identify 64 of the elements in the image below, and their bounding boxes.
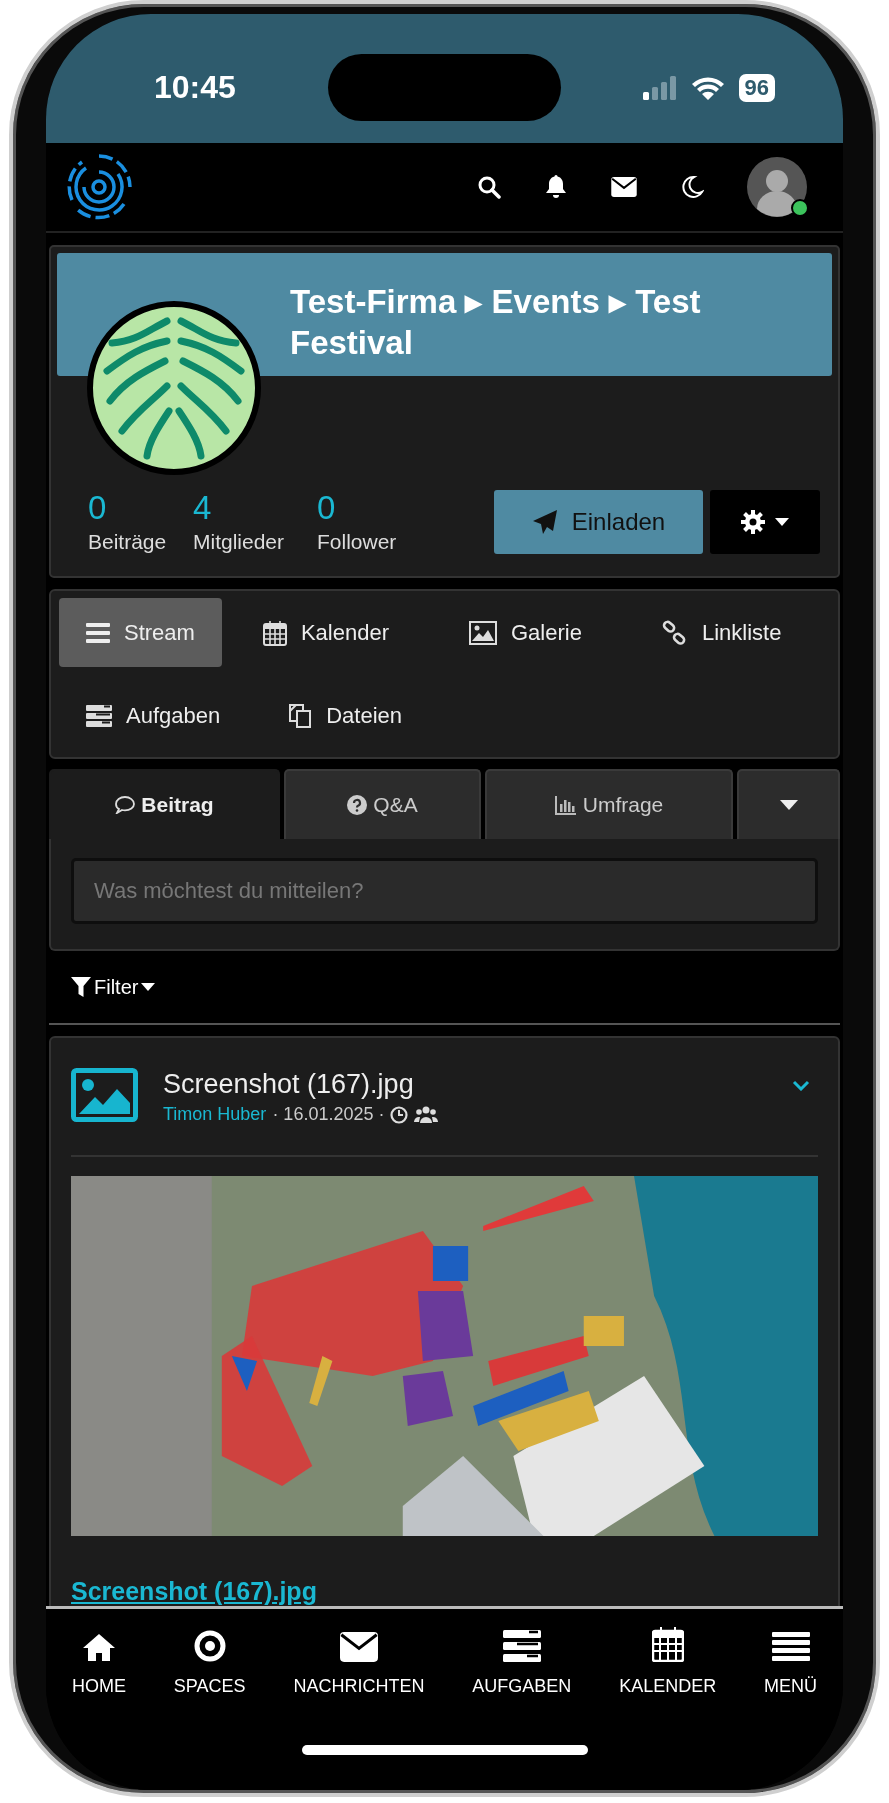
signal-icon <box>642 75 677 100</box>
user-avatar[interactable] <box>747 157 807 217</box>
caret-icon <box>775 518 789 526</box>
users-icon <box>414 1105 439 1124</box>
image-icon <box>469 620 497 645</box>
settings-dropdown-button[interactable] <box>710 490 820 554</box>
link-icon <box>661 619 688 646</box>
funnel-icon <box>71 977 91 997</box>
composer-tab[interactable]: Beitrag <box>49 769 280 839</box>
tasks-icon <box>502 1630 541 1662</box>
composer-tab[interactable]: Q&A <box>284 769 481 839</box>
space-menu-item[interactable]: Aufgaben <box>59 681 248 750</box>
space-title: Test-Firma ▸ Events ▸ Test Festival <box>290 282 702 363</box>
space-menu-item[interactable]: Stream <box>59 598 222 667</box>
logo-icon[interactable] <box>66 154 132 220</box>
post-title: Screenshot (167).jpg <box>163 1068 415 1100</box>
stat-label: Mitglieder <box>193 529 286 555</box>
space-menu-item[interactable]: Dateien <box>261 681 430 750</box>
gear-icon <box>741 510 765 534</box>
bottom-nav-item[interactable]: AUFGABEN <box>468 1621 576 1697</box>
calendar-icon <box>651 1626 684 1662</box>
chevron-down-icon[interactable] <box>792 1080 810 1091</box>
battery-level: 96 <box>738 73 775 102</box>
post-date: · 16.01.2025 · <box>272 1104 385 1125</box>
stat-label: Follower <box>317 529 397 555</box>
list-icon <box>86 622 110 643</box>
paper-plane-icon <box>531 509 558 535</box>
author-link[interactable]: Timon Huber <box>163 1104 267 1125</box>
bottom-nav-item[interactable]: NACHRICHTEN <box>289 1621 429 1697</box>
files-icon <box>288 702 313 729</box>
clock-time: 10:45 <box>154 69 236 106</box>
bottom-nav-item[interactable]: MENÜ <box>760 1621 821 1697</box>
stat-count: 0 <box>88 488 108 528</box>
question-icon <box>347 795 368 815</box>
image-icon <box>71 1068 138 1122</box>
caret-icon <box>779 800 798 810</box>
bottom-nav-item[interactable]: KALENDER <box>615 1621 721 1697</box>
space-menu-item[interactable]: Kalender <box>235 598 416 667</box>
composer-tab[interactable]: Umfrage <box>485 769 733 839</box>
filter-dropdown[interactable]: Filter <box>71 975 156 999</box>
calendar-icon <box>262 619 287 646</box>
stat-count: 4 <box>193 488 213 528</box>
moon-icon[interactable] <box>680 175 704 199</box>
target-icon <box>193 1630 226 1662</box>
file-link[interactable]: Screenshot (167).jpg <box>71 1576 317 1606</box>
invite-button[interactable]: Einladen <box>494 490 703 554</box>
bar-chart-icon <box>554 795 577 815</box>
stat-label: Beiträge <box>88 529 168 555</box>
tasks-icon <box>86 704 112 727</box>
space-menu-item[interactable]: Galerie <box>442 598 609 667</box>
home-icon <box>82 1632 116 1662</box>
menu-icon <box>771 1632 810 1662</box>
bell-icon[interactable] <box>544 174 568 200</box>
bottom-nav-item[interactable]: HOME <box>68 1621 130 1697</box>
caret-icon <box>141 983 156 991</box>
envelope-icon[interactable] <box>611 177 637 197</box>
envelope-icon <box>339 1632 378 1662</box>
bottom-nav-item[interactable]: SPACES <box>169 1621 250 1697</box>
stat-count: 0 <box>317 488 337 528</box>
clock-icon <box>390 1105 409 1124</box>
speech-bubble-icon <box>115 796 136 814</box>
space-menu-item[interactable]: Linkliste <box>634 598 809 667</box>
search-icon[interactable] <box>477 175 501 199</box>
post-input-field[interactable]: Was möchtest du mitteilen? <box>71 858 818 924</box>
